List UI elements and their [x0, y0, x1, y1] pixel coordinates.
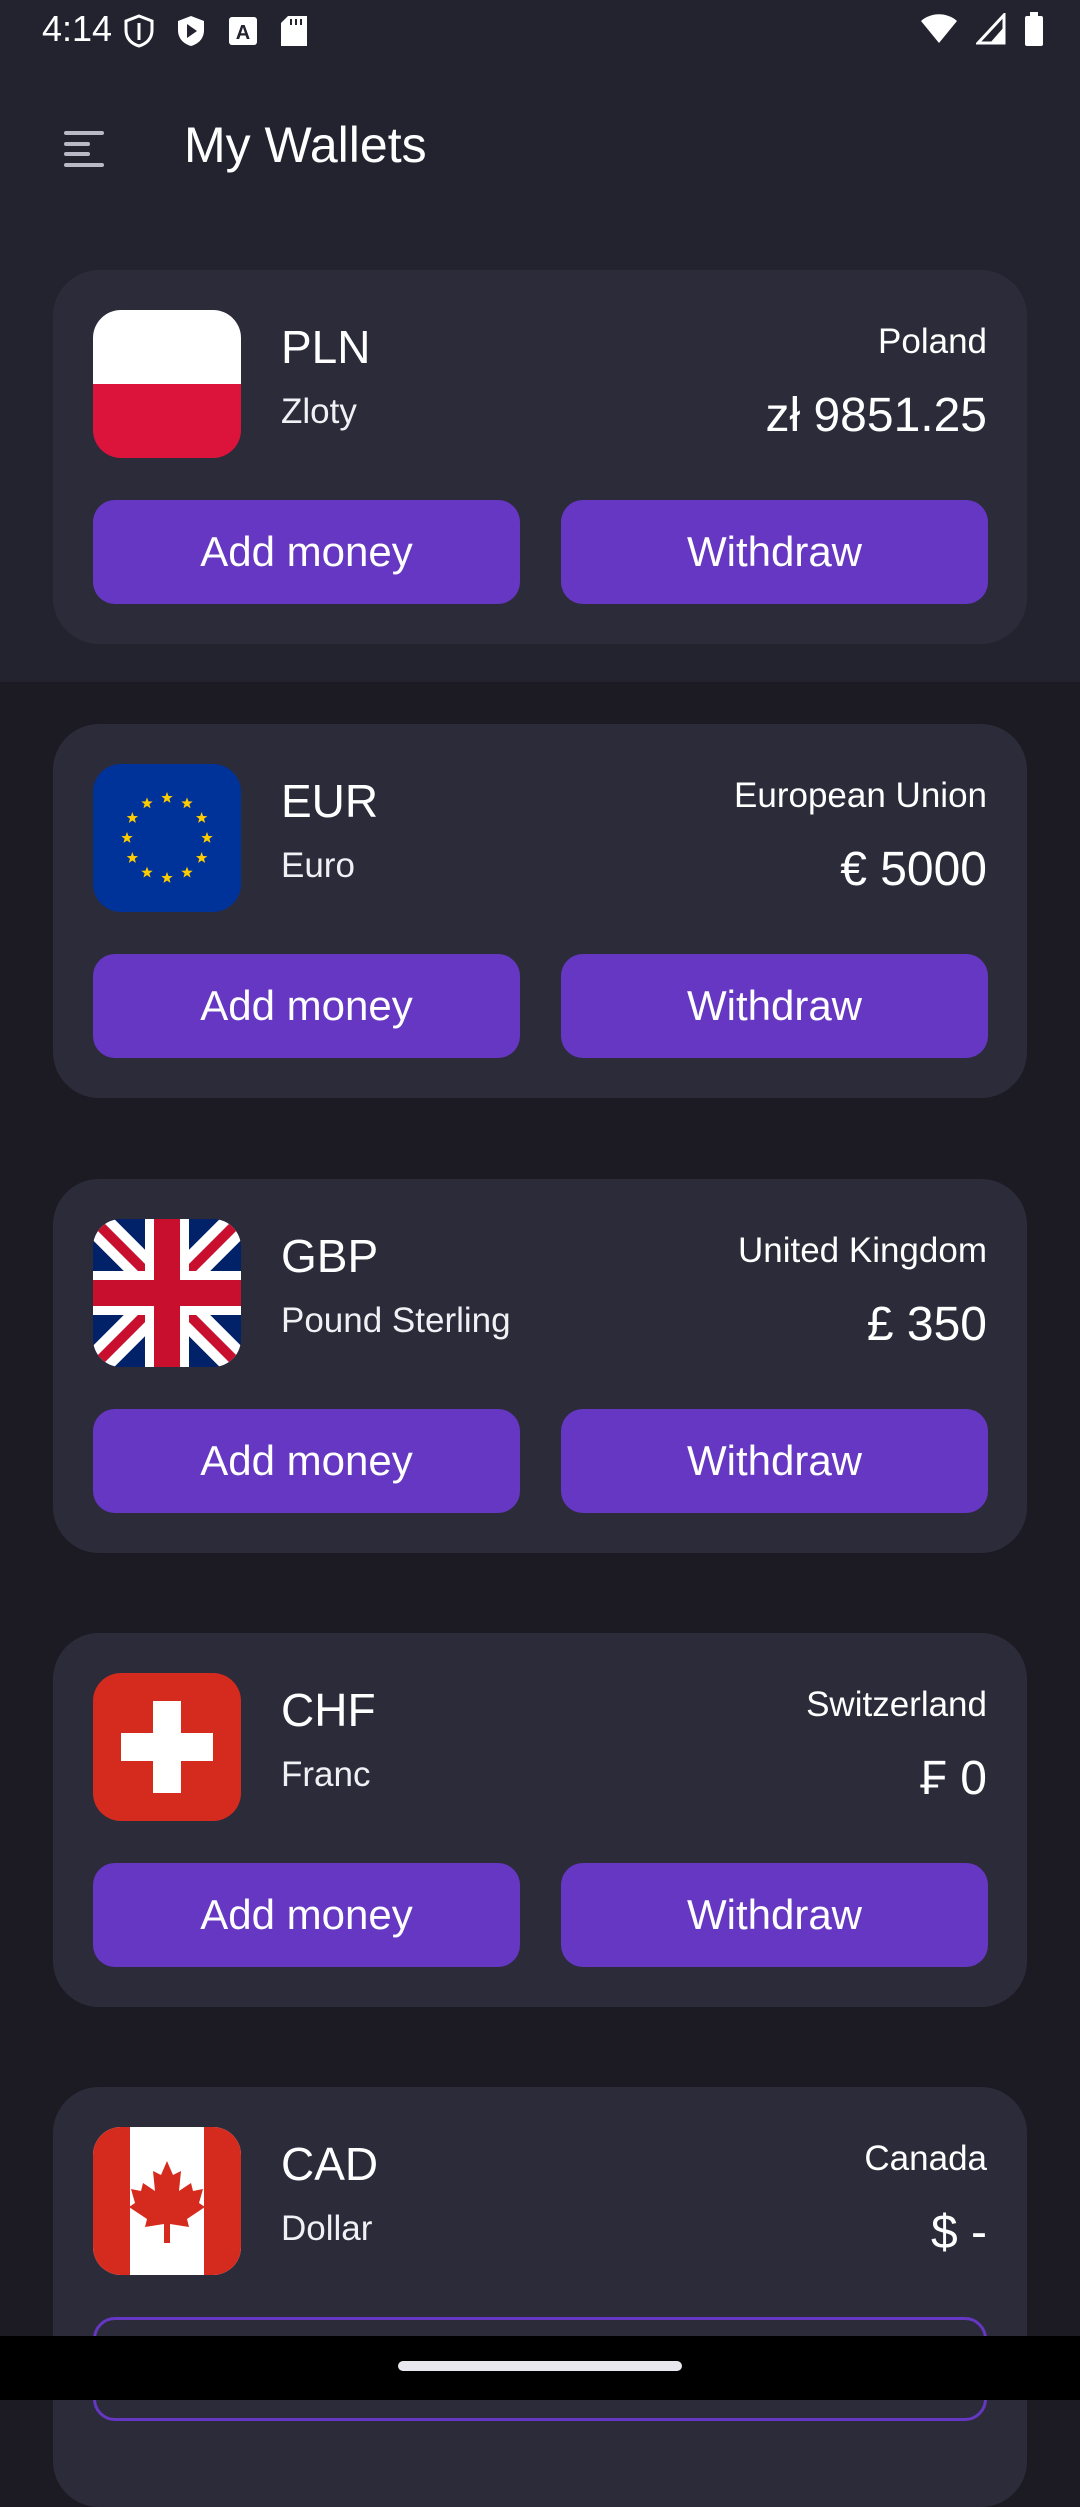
play-store-icon: [178, 16, 204, 46]
eu-flag-icon: [93, 764, 241, 912]
app-bar: [0, 62, 1080, 232]
wallet-balance: £ 350: [866, 1298, 987, 1351]
withdraw-button[interactable]: Withdraw: [561, 1409, 988, 1513]
wallet-balance: $ -: [930, 2206, 987, 2259]
add-money-button[interactable]: Add money: [93, 500, 520, 604]
currency-code: CAD: [281, 2138, 379, 2190]
currency-code: EUR: [281, 775, 379, 827]
wifi-icon: [921, 14, 957, 43]
status-time: 4:14: [42, 8, 113, 49]
wallet-card-cad[interactable]: CAD Dollar Canada $ -: [53, 2087, 1027, 2507]
switzerland-flag-icon: [93, 1673, 241, 1821]
country-name: Canada: [864, 2139, 987, 2178]
withdraw-button[interactable]: Withdraw: [561, 954, 988, 1058]
status-icons-right: [920, 12, 1044, 46]
menu-icon[interactable]: [64, 131, 108, 167]
canada-flag-icon: [93, 2127, 241, 2275]
poland-flag-icon: [93, 310, 241, 458]
country-name: Switzerland: [806, 1685, 987, 1724]
add-money-button[interactable]: Add money: [93, 954, 520, 1058]
shield-icon: [124, 14, 154, 48]
wallet-card-gbp[interactable]: GBP Pound Sterling United Kingdom £ 350 …: [53, 1179, 1027, 1553]
withdraw-button[interactable]: Withdraw: [561, 500, 988, 604]
text-a-icon: A: [229, 17, 257, 45]
currency-name: Zloty: [281, 392, 357, 431]
wallet-balance: € 5000: [840, 843, 987, 896]
svg-text:A: A: [236, 22, 250, 44]
wallet-balance: ₣ 0: [920, 1752, 987, 1805]
add-money-button[interactable]: Add money: [93, 1409, 520, 1513]
wallet-card-chf[interactable]: CHF Franc Switzerland ₣ 0 Add money With…: [53, 1633, 1027, 2007]
country-name: European Union: [734, 776, 987, 815]
currency-code: CHF: [281, 1684, 376, 1736]
sd-card-icon: [281, 16, 307, 46]
currency-name: Dollar: [281, 2209, 373, 2248]
add-money-button[interactable]: Add money: [93, 1863, 520, 1967]
wallet-balance: zł 9851.25: [765, 389, 987, 442]
battery-icon: [1025, 12, 1043, 46]
status-icons-left: A: [124, 14, 308, 48]
wallet-card-eur[interactable]: EUR Euro European Union € 5000 Add money…: [53, 724, 1027, 1098]
home-gesture-handle[interactable]: [398, 2361, 682, 2371]
currency-name: Franc: [281, 1755, 371, 1794]
withdraw-button[interactable]: Withdraw: [561, 1863, 988, 1967]
currency-name: Euro: [281, 846, 355, 885]
signal-icon: [976, 13, 1006, 45]
status-bar: 4:14 A: [0, 0, 1080, 62]
country-name: Poland: [878, 322, 987, 361]
currency-code: GBP: [281, 1230, 379, 1282]
currency-code: PLN: [281, 321, 371, 373]
wallet-card-pln[interactable]: PLN Zloty Poland zł 9851.25 Add money Wi…: [53, 270, 1027, 644]
page-title: My Wallets: [184, 117, 427, 173]
country-name: United Kingdom: [737, 1231, 987, 1270]
uk-flag-icon: [93, 1219, 241, 1367]
currency-name: Pound Sterling: [281, 1301, 511, 1340]
